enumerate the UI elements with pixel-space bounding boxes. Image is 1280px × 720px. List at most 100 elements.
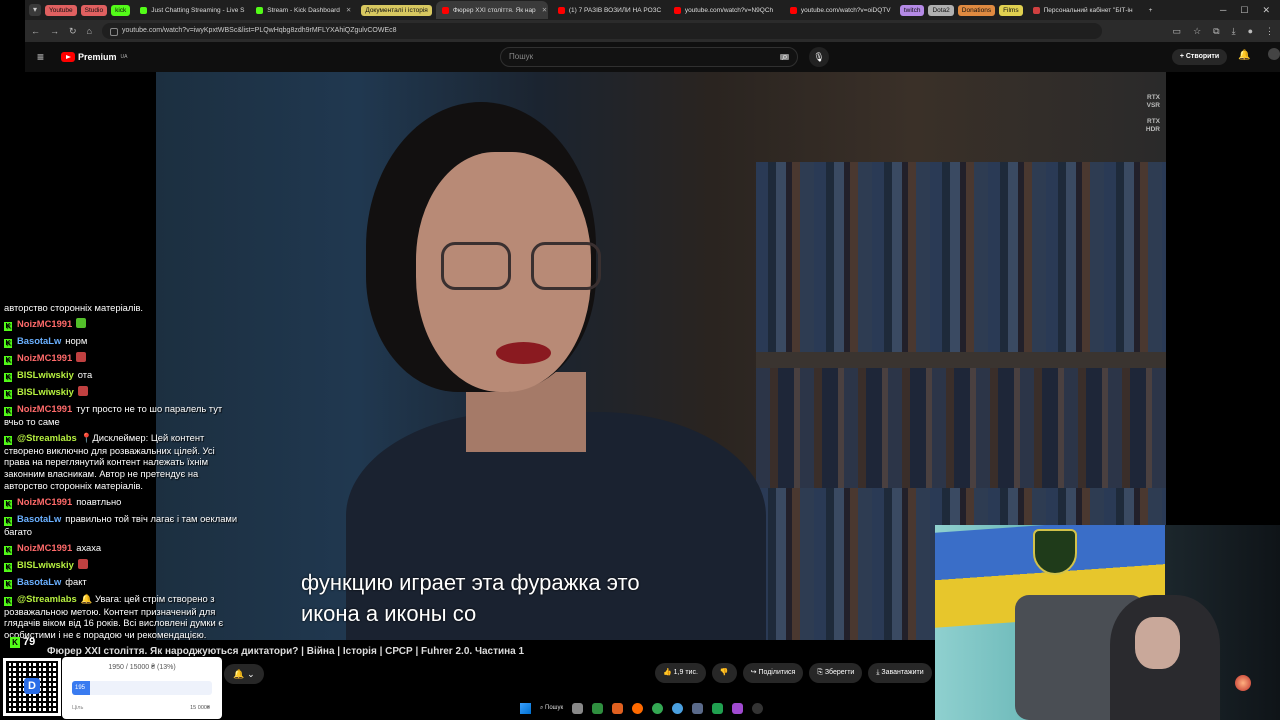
browser-tab[interactable]: youtube.com/watch?v=oiDQTV✕ bbox=[784, 1, 896, 19]
bookmark-chip[interactable]: kick bbox=[111, 4, 131, 16]
logo-text: Premium bbox=[78, 52, 117, 62]
minimize-icon[interactable]: ─ bbox=[1220, 5, 1226, 16]
bookmark-star-icon[interactable]: ☆ bbox=[1193, 26, 1201, 37]
chat-username[interactable]: BISLwiwskiy bbox=[17, 559, 74, 570]
close-tab-icon[interactable]: ✕ bbox=[346, 6, 351, 14]
kick-badge-icon: K bbox=[4, 499, 12, 509]
back-icon[interactable]: ← bbox=[31, 26, 40, 36]
obs-icon[interactable] bbox=[752, 703, 764, 714]
youtube-favicon-icon bbox=[557, 6, 565, 14]
subtitle-line: функцию играет эта фуражка это bbox=[301, 570, 640, 595]
new-tab-button[interactable]: + bbox=[1143, 1, 1159, 19]
app-icon[interactable] bbox=[712, 703, 724, 714]
search-input[interactable]: Пошук bbox=[500, 47, 798, 67]
windows-taskbar: ⌕ Пошук bbox=[500, 697, 820, 720]
youtube-favicon-icon bbox=[789, 6, 797, 14]
home-icon[interactable]: ⌂ bbox=[87, 26, 92, 36]
tab-group-chip[interactable]: twitch bbox=[899, 4, 925, 16]
app-icon[interactable] bbox=[692, 703, 704, 714]
chat-username[interactable]: BasotaLw bbox=[17, 576, 61, 587]
chat-username[interactable]: BISLwiwskiy bbox=[17, 386, 74, 397]
firefox-icon[interactable] bbox=[632, 703, 644, 714]
chat-text: ота bbox=[77, 368, 93, 380]
chat-username[interactable]: NoizMC1991 bbox=[17, 318, 72, 329]
tab-group-chip[interactable]: Films bbox=[999, 4, 1023, 16]
download-button[interactable]: ⤓ Завантажити bbox=[868, 663, 932, 683]
browser-tab[interactable]: Just Chatting Streaming - Live S✕ bbox=[134, 1, 246, 19]
subscription-bell-button[interactable]: 🔔 ⌄ bbox=[224, 664, 264, 684]
save-button[interactable]: ⎘ Зберегти bbox=[809, 663, 863, 683]
chat-message: K NoizMC1991 bbox=[0, 350, 245, 367]
close-window-icon[interactable]: ✕ bbox=[1262, 5, 1270, 16]
reload-icon[interactable]: ↻ bbox=[69, 26, 77, 37]
browser-tab[interactable]: Персональний кабінет "БІТ-ін✕ bbox=[1027, 1, 1139, 19]
telegram-icon[interactable] bbox=[672, 703, 684, 714]
kick-badge-icon: K bbox=[4, 389, 12, 399]
share-button[interactable]: ↪ Поділитися bbox=[742, 663, 804, 683]
forward-icon[interactable]: → bbox=[50, 26, 59, 36]
microphone-icon[interactable]: 🎙 bbox=[809, 47, 829, 67]
menu-dots-icon[interactable]: ⋮ bbox=[1265, 26, 1274, 37]
kick-badge-icon: K bbox=[4, 545, 12, 555]
chat-message: авторство сторонніх матеріалів. bbox=[0, 300, 245, 316]
windows-start-icon[interactable] bbox=[520, 703, 531, 714]
hamburger-menu-icon[interactable]: ≡ bbox=[37, 50, 49, 64]
profile-icon[interactable]: ● bbox=[1248, 26, 1253, 37]
tab-search-icon[interactable]: ▾ bbox=[29, 4, 41, 16]
browser-tab[interactable]: Stream - Kick Dashboard ✕ bbox=[250, 1, 357, 19]
cast-icon[interactable]: ▭ bbox=[1173, 26, 1182, 37]
glasses-lens bbox=[441, 242, 511, 290]
chat-username[interactable]: @Streamlabs bbox=[17, 432, 77, 443]
chat-username[interactable]: BasotaLw bbox=[17, 513, 61, 524]
military-emblem bbox=[1033, 529, 1077, 575]
youtube-logo[interactable]: Premium UA bbox=[61, 52, 127, 62]
tab-group-chip[interactable]: Dota2 bbox=[928, 4, 954, 16]
download-icon[interactable]: ⤓ bbox=[1232, 26, 1236, 37]
chat-username[interactable]: NoizMC1991 bbox=[17, 403, 72, 414]
chat-username[interactable]: NoizMC1991 bbox=[17, 542, 72, 553]
tab-group-chip[interactable]: Donations bbox=[957, 4, 996, 16]
notifications-bell-icon[interactable]: 🔔 bbox=[1238, 50, 1250, 61]
youtube-header: ≡ Premium UA Пошук ⌕ 🎙 + Створити 🔔 bbox=[25, 42, 1280, 72]
chat-username[interactable]: NoizMC1991 bbox=[17, 352, 72, 363]
bookmark-chip[interactable]: Studio bbox=[80, 4, 108, 16]
browser-tab-active[interactable]: Фюрер XXI століття. Як нар ✕ bbox=[435, 1, 548, 19]
address-bar[interactable]: youtube.com/watch?v=iwyKpxtWBSc&list=PLQ… bbox=[101, 23, 1102, 39]
like-button[interactable]: 👍 1,9 тис. bbox=[655, 663, 706, 683]
chat-username[interactable]: BISLwiwskiy bbox=[17, 369, 74, 380]
donation-goal-widget: 1950 / 15000 ₴ (13%) 195 Ціль 15 000₴ bbox=[62, 657, 222, 719]
toolbar-icons: ▭ ☆ ⧉ ⤓ ● ⋮ bbox=[1173, 26, 1274, 37]
create-button[interactable]: + Створити bbox=[1172, 49, 1227, 65]
app-icon[interactable] bbox=[612, 703, 624, 714]
browser-tab[interactable]: youtube.com/watch?v=N9QCh ✕ bbox=[668, 1, 780, 19]
tab-group-chip[interactable]: Документалі і історія bbox=[361, 4, 432, 16]
close-tab-icon[interactable]: ✕ bbox=[542, 6, 547, 14]
thumbs-down-icon: 👎 bbox=[719, 669, 729, 676]
taskbar-search[interactable]: ⌕ Пошук bbox=[540, 705, 563, 712]
goal-target: 15 000₴ bbox=[190, 705, 210, 711]
chrome-icon[interactable] bbox=[652, 703, 664, 714]
close-tab-icon[interactable]: ✕ bbox=[779, 6, 780, 14]
kick-badge-icon: K bbox=[4, 355, 12, 365]
window-controls: ─ ☐ ✕ bbox=[1220, 5, 1280, 16]
extensions-icon[interactable]: ⧉ bbox=[1213, 26, 1219, 37]
task-view-icon[interactable] bbox=[572, 703, 584, 714]
app-icon[interactable] bbox=[732, 703, 744, 714]
account-avatar[interactable] bbox=[1268, 48, 1280, 60]
maximize-icon[interactable]: ☐ bbox=[1240, 5, 1248, 16]
search-placeholder: Пошук bbox=[509, 52, 534, 61]
viewer-count-value: 79 bbox=[23, 636, 36, 648]
bookshelf-lower bbox=[756, 368, 1166, 488]
bookmark-chip[interactable]: Youtube bbox=[45, 4, 77, 16]
chat-username[interactable]: BasotaLw bbox=[17, 335, 61, 346]
like-count: 1,9 тис. bbox=[673, 669, 698, 676]
dislike-button[interactable]: 👎 bbox=[711, 663, 737, 683]
app-icon[interactable] bbox=[592, 703, 604, 714]
search-icon[interactable]: ⌕ bbox=[775, 47, 795, 67]
chat-username[interactable]: @Streamlabs bbox=[17, 593, 77, 604]
chat-username[interactable]: NoizMC1991 bbox=[17, 496, 72, 507]
browser-tab[interactable]: (1) 7 РАЗІВ ВОЗИЛИ НА РОЗС✕ bbox=[552, 1, 664, 19]
tab-label: youtube.com/watch?v=oiDQTV bbox=[800, 6, 891, 14]
chat-message: K NoizMC1991 ахаха bbox=[0, 540, 245, 557]
emote-icon bbox=[77, 558, 88, 569]
